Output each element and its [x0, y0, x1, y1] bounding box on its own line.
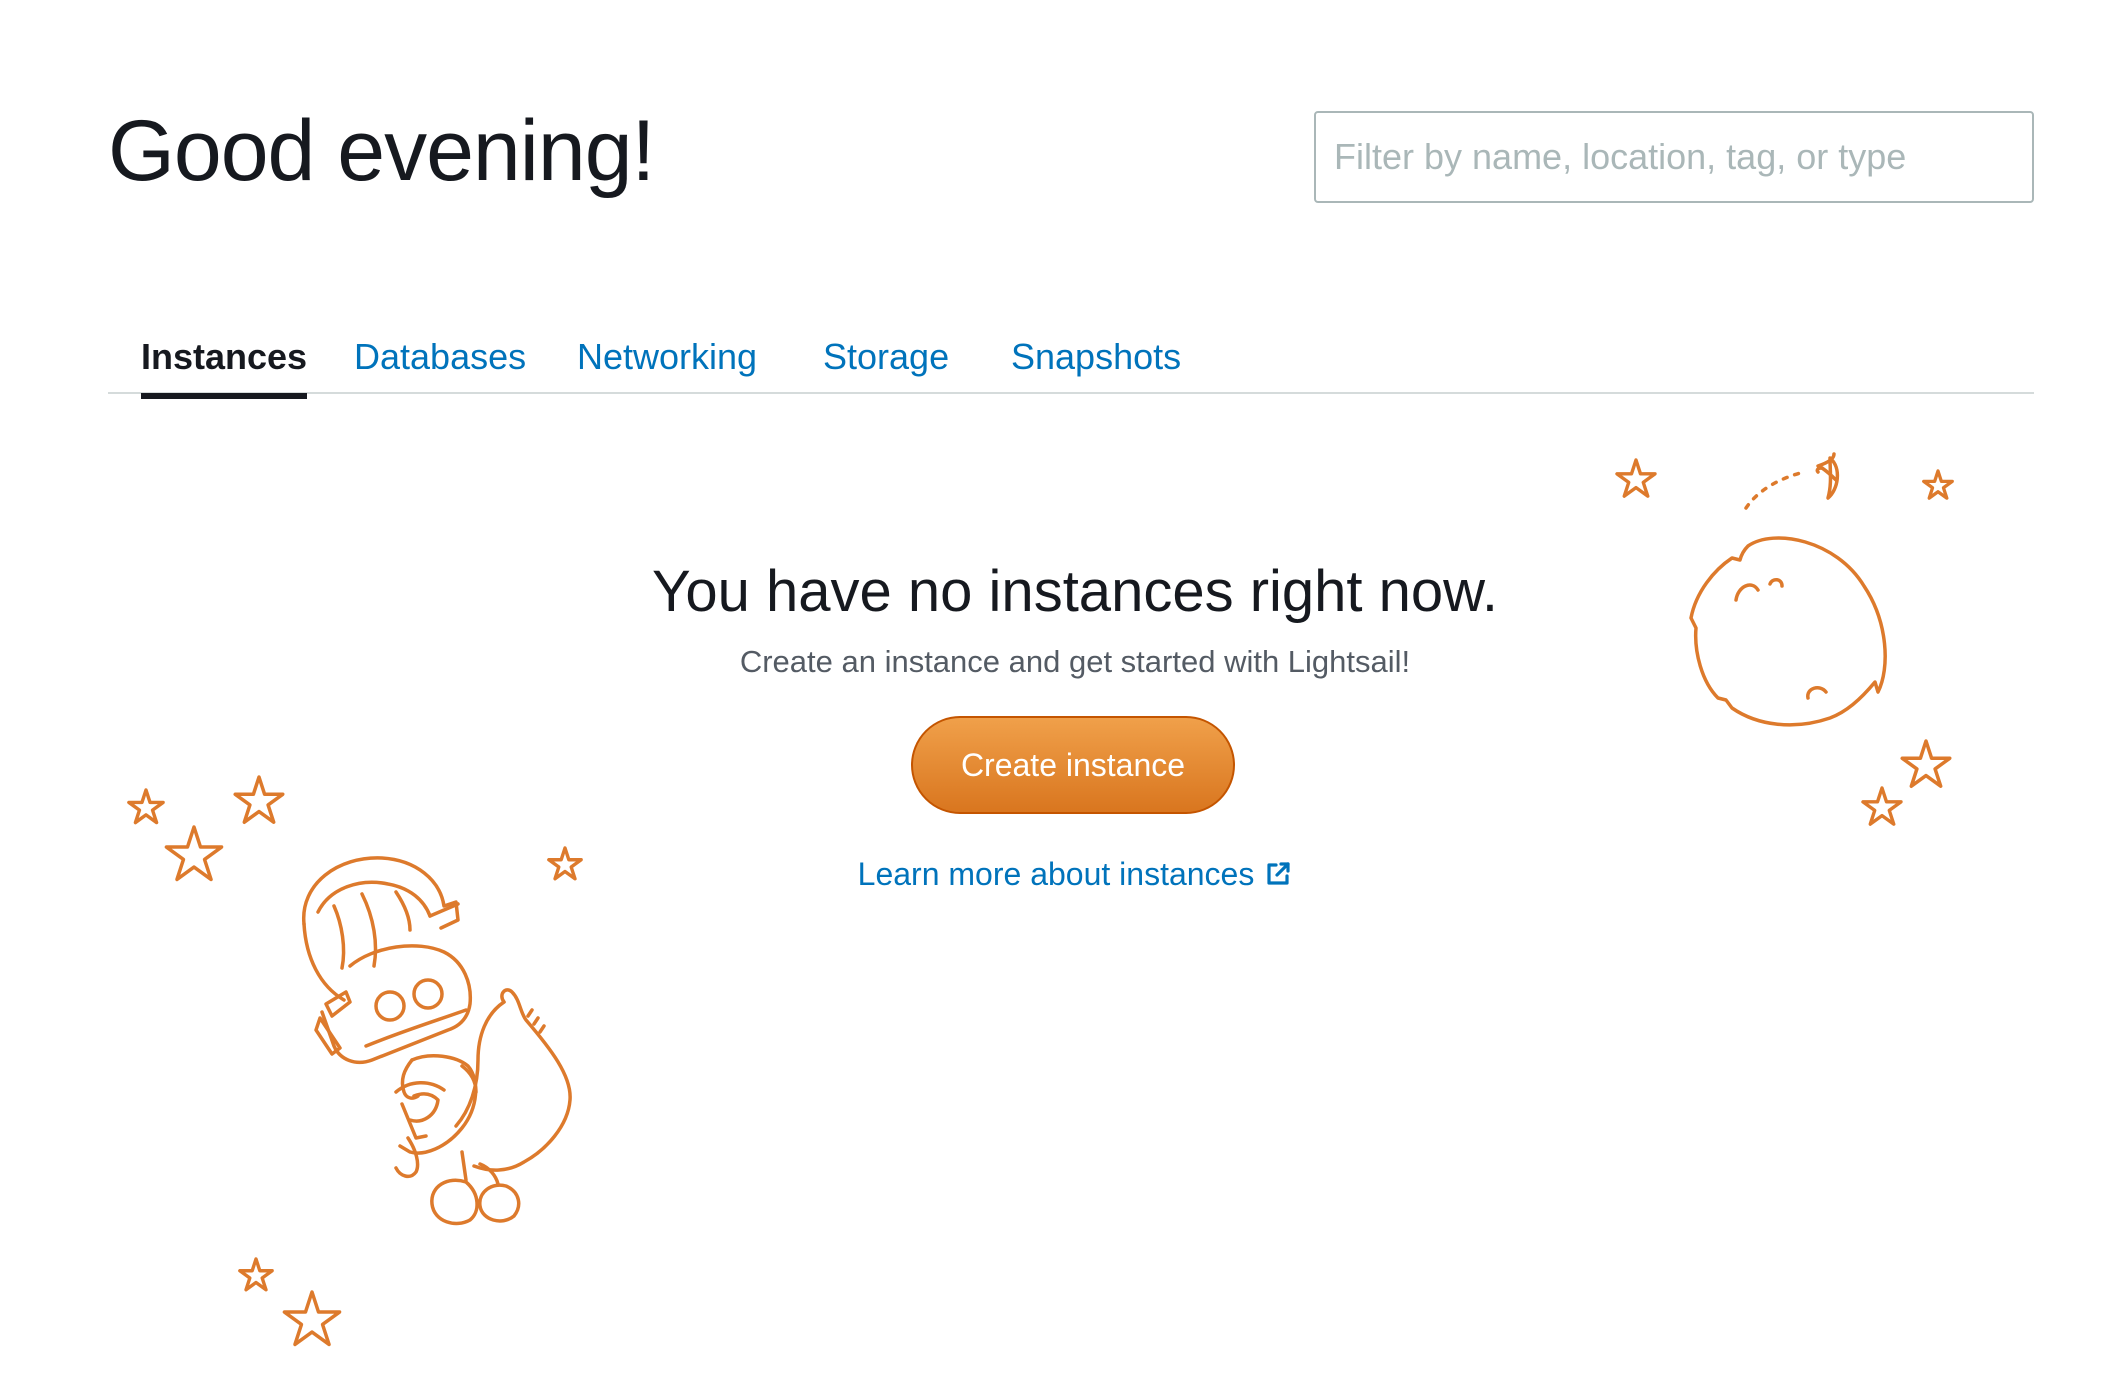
star-icon	[549, 848, 581, 879]
star-icon	[1902, 741, 1950, 786]
robot-astronaut-illustration	[302, 856, 572, 1226]
moon-illustration	[1689, 452, 1887, 727]
star-icon	[1863, 788, 1901, 824]
star-icon	[240, 1259, 272, 1290]
star-icon	[235, 777, 283, 822]
illustration-layer	[0, 0, 2112, 1398]
star-icon	[166, 827, 221, 879]
star-icon	[129, 790, 163, 823]
star-icon	[284, 1292, 339, 1344]
star-icon	[1617, 460, 1655, 496]
star-icon	[1924, 471, 1953, 498]
